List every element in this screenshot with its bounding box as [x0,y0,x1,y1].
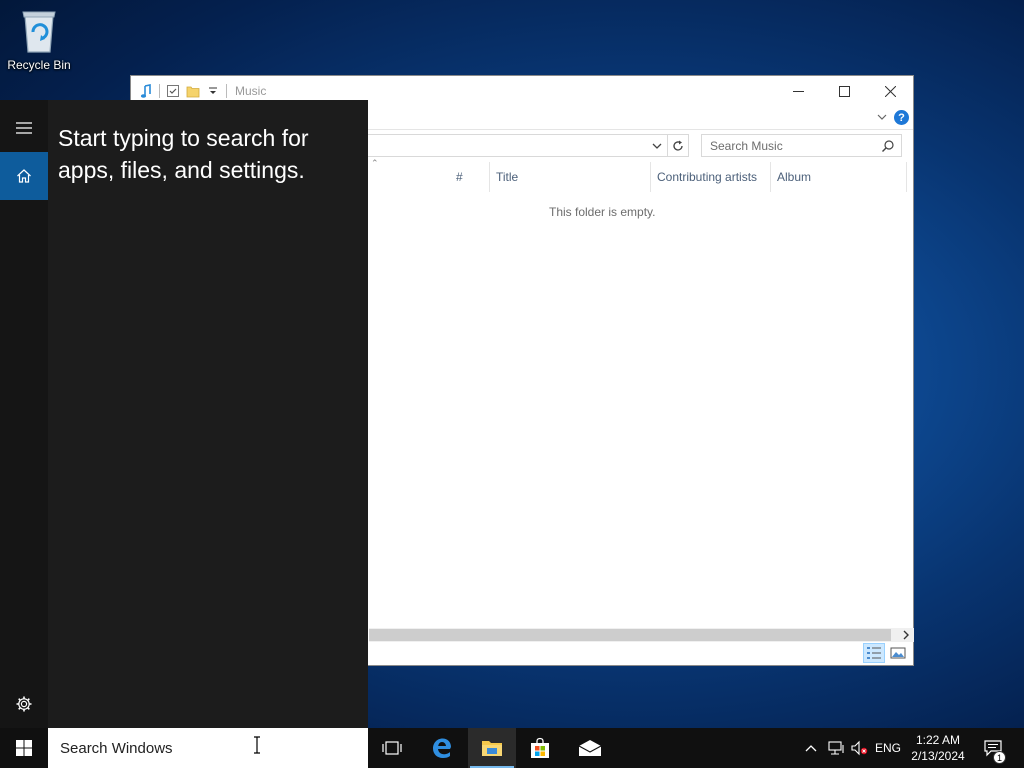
chevron-down-icon[interactable] [206,84,220,98]
address-dropdown-button[interactable] [647,134,667,157]
details-view-icon [867,647,881,659]
recycle-bin-icon [22,11,56,53]
toolbar-separator [226,84,227,98]
help-button[interactable]: ? [894,110,909,125]
home-button[interactable] [0,152,48,200]
notification-count-badge: 1 [993,751,1006,764]
column-header-artists[interactable]: Contributing artists [651,162,771,192]
large-icons-view-button[interactable] [887,643,909,663]
window-controls [775,76,913,106]
task-view-button[interactable] [368,728,416,768]
scrollbar-thumb[interactable] [369,629,891,641]
expand-menu-button[interactable] [0,104,48,152]
minimize-button[interactable] [775,76,821,106]
windows-logo-icon [16,740,32,756]
chevron-down-icon [652,143,662,149]
edge-button[interactable] [418,728,466,768]
toolbar-separator [159,84,160,98]
music-note-icon [140,84,151,98]
volume-button[interactable] [848,728,870,768]
search-icon[interactable] [881,139,895,153]
mail-button[interactable] [566,728,614,768]
clock-date: 2/13/2024 [911,749,965,763]
taskbar-search-input[interactable] [60,739,350,757]
maximize-icon [838,85,850,97]
minimize-icon [792,90,804,92]
taskbar-search-box[interactable] [48,728,368,768]
scroll-right-button[interactable] [898,628,914,642]
home-icon [17,169,31,183]
file-explorer-button[interactable] [468,728,516,768]
search-hint-text: Start typing to search for apps, files, … [58,125,309,183]
task-view-icon [382,741,402,755]
start-button[interactable] [0,728,48,768]
file-explorer-icon [482,741,502,756]
clock-button[interactable]: 1:22 AM 2/13/2024 [906,728,970,768]
maximize-button[interactable] [821,76,867,106]
start-rail [0,100,48,728]
mail-icon [578,740,602,756]
details-view-button[interactable] [863,643,885,663]
desktop-icon-label: Recycle Bin [7,58,71,72]
column-headers: # Title Contributing artists Album [369,162,909,192]
settings-icon [16,696,32,712]
close-icon [884,85,896,97]
start-search-panel[interactable]: Start typing to search for apps, files, … [0,100,368,728]
properties-icon[interactable] [166,84,180,98]
column-header-number[interactable]: # [450,162,490,192]
close-button[interactable] [867,76,913,106]
address-bar[interactable]: t [331,134,667,157]
new-folder-icon[interactable] [186,84,200,98]
empty-folder-message: This folder is empty. [549,205,656,219]
view-switcher [863,643,909,663]
store-icon [531,737,549,758]
edge-icon [433,738,451,758]
clock-time: 1:22 AM [915,733,961,747]
hamburger-menu-icon [16,122,32,134]
refresh-button[interactable] [667,134,689,157]
column-header-title[interactable]: Title [490,162,651,192]
action-center-button[interactable]: 1 [978,728,1008,768]
search-input[interactable] [710,138,870,153]
ribbon-expand-icon[interactable] [875,110,889,124]
input-language-button[interactable]: ENG [872,728,904,768]
chevron-up-icon [805,745,817,752]
horizontal-scrollbar[interactable] [369,628,914,642]
taskbar: ENG 1:22 AM 2/13/2024 1 [0,728,1024,768]
network-icon [828,741,844,755]
text-cursor-icon [254,736,260,754]
store-button[interactable] [516,728,564,768]
settings-button[interactable] [0,680,48,728]
show-hidden-icons-button[interactable] [800,728,822,768]
network-button[interactable] [824,728,848,768]
volume-muted-icon [851,740,868,756]
column-header-album[interactable]: Album [771,162,907,192]
chevron-right-icon [903,630,909,640]
search-box[interactable] [701,134,902,157]
large-icons-view-icon [890,647,906,659]
refresh-icon [673,140,683,151]
window-title: Music [235,84,267,98]
desktop-icon-recycle-bin[interactable]: Recycle Bin [4,6,74,76]
